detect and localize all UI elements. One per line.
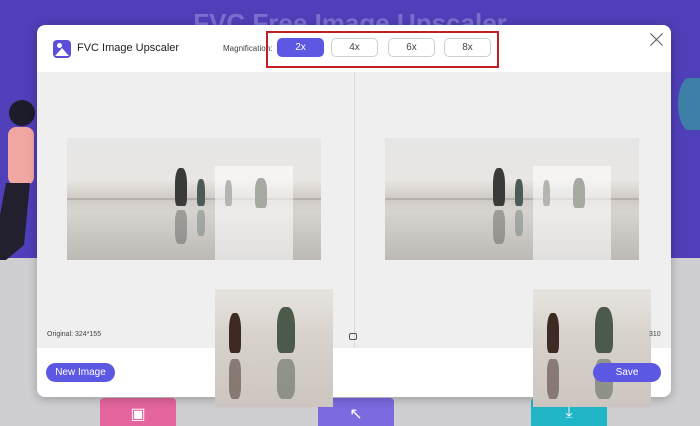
output-size-label: 310	[649, 331, 661, 338]
background-illustration	[0, 100, 35, 260]
compare-icon[interactable]	[349, 333, 357, 340]
new-image-button[interactable]: New Image	[46, 363, 115, 382]
image-icon: ▣	[130, 406, 146, 423]
original-size-label: Original: 324*155	[47, 331, 102, 338]
upscaled-zoom-preview	[533, 289, 651, 407]
original-zoom-preview	[215, 289, 333, 407]
background-feature-card: ▣	[100, 398, 176, 426]
magnification-highlight-box	[266, 31, 499, 68]
background-decoration	[678, 78, 700, 130]
image-icon	[53, 40, 71, 58]
save-button[interactable]: Save	[593, 363, 661, 382]
upscaler-dialog: FVC Image Upscaler Magnification: 2x 4x …	[37, 25, 671, 407]
upscaled-image	[385, 138, 639, 260]
original-image	[67, 138, 321, 260]
arrow-icon: ↖	[349, 406, 363, 423]
preview-area	[37, 72, 671, 407]
magnification-label: Magnification:	[223, 44, 273, 53]
app-title: FVC Image Upscaler	[77, 42, 180, 54]
preview-divider	[354, 72, 355, 348]
close-icon[interactable]	[649, 32, 665, 48]
